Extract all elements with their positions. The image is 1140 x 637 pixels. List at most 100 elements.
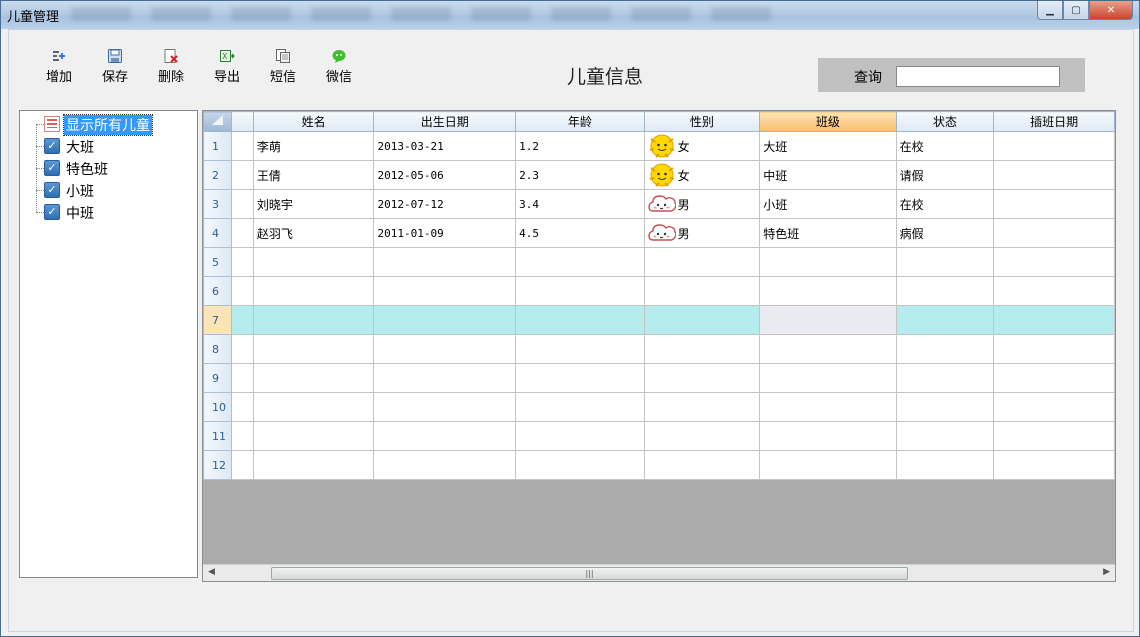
row-indicator-cell[interactable] (230, 131, 254, 161)
cell-name[interactable]: 刘晓宇 (252, 189, 375, 219)
row-indicator-cell[interactable] (230, 334, 254, 364)
row-number[interactable]: 7 (203, 305, 232, 335)
cell-status[interactable]: 在校 (895, 189, 995, 219)
horizontal-scrollbar[interactable]: ◀ ||| ▶ (203, 564, 1115, 581)
cell-age[interactable] (515, 305, 645, 335)
cell-join-date[interactable] (993, 160, 1115, 190)
cell-status[interactable] (895, 450, 995, 480)
cell-name[interactable]: 赵羽飞 (252, 218, 375, 248)
column-header-gender[interactable]: 性别 (643, 111, 761, 132)
cell-gender[interactable]: 女 (643, 131, 761, 161)
cell-age[interactable] (515, 421, 645, 451)
row-number[interactable]: 12 (203, 450, 232, 480)
cell-birth-date[interactable]: 2012-05-06 (373, 160, 517, 190)
row-number[interactable]: 8 (203, 334, 232, 364)
cell-name[interactable] (252, 363, 375, 393)
column-header-indicator[interactable] (230, 111, 254, 132)
table-row[interactable]: 3 刘晓宇 2012-07-12 3.4 男 小班 在校 (203, 189, 1115, 219)
cell-class[interactable] (759, 276, 897, 306)
cell-status[interactable] (895, 334, 995, 364)
cell-age[interactable] (515, 450, 645, 480)
cell-age[interactable] (515, 334, 645, 364)
row-number[interactable]: 10 (203, 392, 232, 422)
cell-name[interactable] (252, 276, 375, 306)
table-row[interactable]: 4 赵羽飞 2011-01-09 4.5 男 特色班 病假 (203, 218, 1115, 248)
cell-birth-date[interactable] (373, 276, 517, 306)
cell-age[interactable] (515, 276, 645, 306)
cell-join-date[interactable] (993, 276, 1115, 306)
cell-gender[interactable] (643, 276, 761, 306)
title-bar[interactable]: 儿童管理 ▁ ▢ ✕ (1, 1, 1139, 29)
cell-birth-date[interactable]: 2013-03-21 (373, 131, 517, 161)
cell-join-date[interactable] (993, 392, 1115, 422)
cell-age[interactable]: 3.4 (515, 189, 645, 219)
cell-status[interactable] (895, 392, 995, 422)
export-button[interactable]: X 导出 (199, 41, 255, 91)
row-indicator-cell[interactable] (230, 247, 254, 277)
cell-gender[interactable] (643, 247, 761, 277)
cell-birth-date[interactable]: 2012-07-12 (373, 189, 517, 219)
cell-name[interactable] (252, 450, 375, 480)
cell-gender[interactable]: 男 (643, 218, 761, 248)
table-row[interactable]: 12 (203, 450, 1115, 480)
cell-name[interactable] (252, 334, 375, 364)
tree-item-big-class[interactable]: ✓ 大班 (20, 124, 198, 156)
cell-join-date[interactable] (993, 421, 1115, 451)
column-header-age[interactable]: 年龄 (515, 111, 645, 132)
row-indicator-cell[interactable] (230, 450, 254, 480)
cell-name[interactable] (252, 421, 375, 451)
cell-gender[interactable]: 男 (643, 189, 761, 219)
cell-gender[interactable] (643, 392, 761, 422)
cell-status[interactable]: 在校 (895, 131, 995, 161)
table-row[interactable]: 10 (203, 392, 1115, 422)
close-button[interactable]: ✕ (1089, 1, 1133, 20)
checkbox-icon[interactable]: ✓ (44, 138, 60, 154)
cell-birth-date[interactable] (373, 305, 517, 335)
row-indicator-cell[interactable] (230, 189, 254, 219)
row-number[interactable]: 6 (203, 276, 232, 306)
cell-age[interactable]: 1.2 (515, 131, 645, 161)
row-number[interactable]: 11 (203, 421, 232, 451)
row-indicator-cell[interactable] (230, 421, 254, 451)
cell-name[interactable]: 王倩 (252, 160, 375, 190)
cell-age[interactable] (515, 392, 645, 422)
table-row[interactable]: 5 (203, 247, 1115, 277)
table-row[interactable]: 9 (203, 363, 1115, 393)
cell-join-date[interactable] (993, 305, 1115, 335)
column-header-class[interactable]: 班级 (759, 111, 897, 132)
table-row[interactable]: 6 (203, 276, 1115, 306)
sms-button[interactable]: 短信 (255, 41, 311, 91)
cell-name[interactable] (252, 247, 375, 277)
scrollbar-thumb[interactable]: ||| (271, 567, 908, 580)
cell-join-date[interactable] (993, 218, 1115, 248)
cell-class[interactable] (759, 305, 897, 335)
cell-status[interactable] (895, 305, 995, 335)
cell-birth-date[interactable] (373, 334, 517, 364)
cell-join-date[interactable] (993, 189, 1115, 219)
cell-gender[interactable]: 女 (643, 160, 761, 190)
cell-class[interactable]: 小班 (759, 189, 897, 219)
column-header-join-date[interactable]: 插班日期 (993, 111, 1115, 132)
scroll-right-icon[interactable]: ▶ (1103, 567, 1110, 577)
column-header-status[interactable]: 状态 (895, 111, 995, 132)
column-header-birth-date[interactable]: 出生日期 (373, 111, 517, 132)
cell-gender[interactable] (643, 305, 761, 335)
cell-join-date[interactable] (993, 334, 1115, 364)
cell-status[interactable] (895, 363, 995, 393)
table-row[interactable]: 8 (203, 334, 1115, 364)
cell-status[interactable]: 请假 (895, 160, 995, 190)
cell-birth-date[interactable] (373, 421, 517, 451)
cell-class[interactable] (759, 334, 897, 364)
select-all-corner[interactable] (203, 111, 232, 132)
tree-item-small-class[interactable]: ✓ 小班 (20, 168, 198, 200)
tree-item-special-class[interactable]: ✓ 特色班 (20, 146, 198, 178)
cell-join-date[interactable] (993, 131, 1115, 161)
row-indicator-cell[interactable] (230, 305, 254, 335)
row-number[interactable]: 4 (203, 218, 232, 248)
cell-class[interactable]: 中班 (759, 160, 897, 190)
cell-class[interactable] (759, 450, 897, 480)
cell-join-date[interactable] (993, 450, 1115, 480)
row-indicator-cell[interactable] (230, 276, 254, 306)
cell-name[interactable] (252, 392, 375, 422)
cell-class[interactable] (759, 421, 897, 451)
